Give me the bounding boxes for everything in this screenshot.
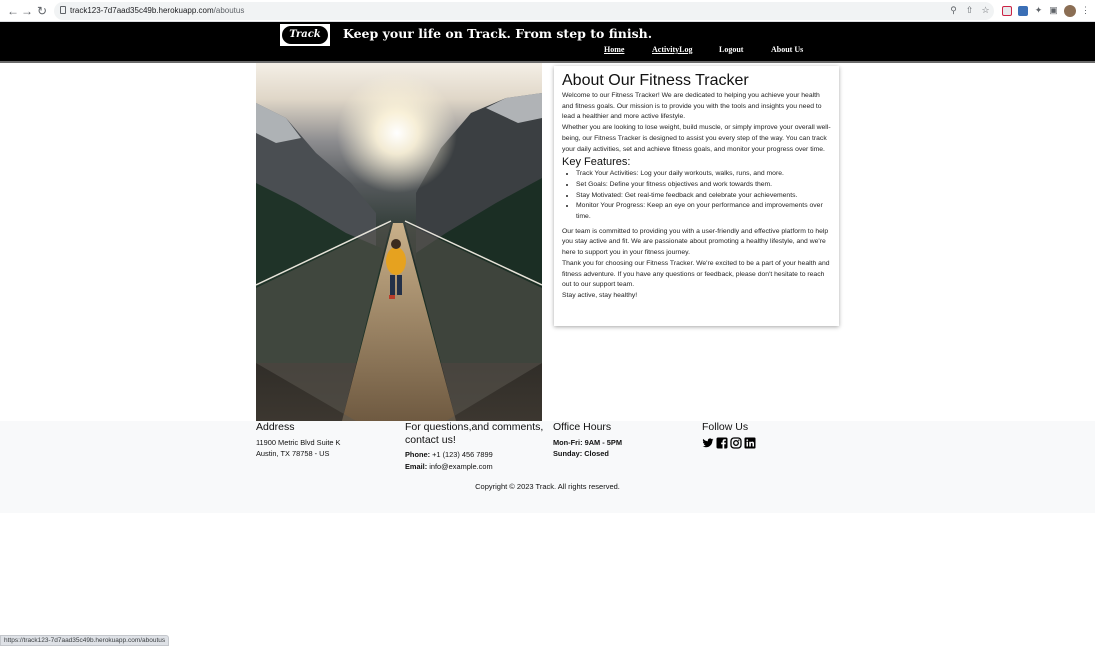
footer-address: Address 11900 Metric Blvd Suite K Austin… <box>256 421 396 460</box>
twitter-icon[interactable] <box>702 436 714 448</box>
facebook-icon[interactable] <box>716 436 728 449</box>
hours-weekday: Mon-Fri: 9AM - 5PM <box>553 437 693 449</box>
email-value[interactable]: info@example.com <box>429 462 492 471</box>
share-icon[interactable]: ⇧ <box>964 5 975 16</box>
menu-kebab-icon[interactable]: ⋮ <box>1080 5 1091 16</box>
hours-weekday-text: Mon-Fri: 9AM - 5PM <box>553 437 622 447</box>
features-list: Track Your Activities: Log your daily wo… <box>562 169 831 223</box>
about-outro-1: Our team is committed to providing you w… <box>562 227 829 257</box>
logo[interactable]: Track <box>280 24 330 46</box>
social-links <box>702 436 756 449</box>
url-text: track123-7d7aad35c49b.herokuapp.com/abou… <box>70 4 244 18</box>
about-outro-2: Thank you for choosing our Fitness Track… <box>562 259 830 289</box>
follow-title: Follow Us <box>702 421 749 433</box>
tagline: Keep your life on Track. From step to fi… <box>343 26 653 41</box>
copyright: Copyright © 2023 Track. All rights reser… <box>475 482 620 491</box>
status-bar-url: https://track123-7d7aad35c49b.herokuapp.… <box>0 635 170 646</box>
about-title: About Our Fitness Tracker <box>562 72 749 89</box>
about-outro-3: Stay active, stay healthy! <box>562 291 638 299</box>
email-label: Email: <box>405 461 428 471</box>
about-intro-2: Whether you are looking to lose weight, … <box>562 124 831 153</box>
extension-icon[interactable] <box>1002 6 1012 16</box>
bookmark-star-icon[interactable]: ☆ <box>980 5 991 16</box>
hero-image <box>256 63 542 421</box>
phone-value: +1 (123) 456 7899 <box>432 450 493 459</box>
site-header: Track Keep your life on Track. From step… <box>0 22 1095 63</box>
extensions-puzzle-icon[interactable]: ✦ <box>1033 5 1044 16</box>
hours-title: Office Hours <box>553 421 612 433</box>
zoom-icon[interactable]: ⚲ <box>948 5 959 16</box>
feature-item: Set Goals: Define your fitness objective… <box>576 180 831 191</box>
site-footer: Address 11900 Metric Blvd Suite K Austin… <box>0 421 1095 513</box>
phone-label: Phone: <box>405 450 431 459</box>
contact-email: Email: info@example.com <box>405 461 545 473</box>
feature-item: Track Your Activities: Log your daily wo… <box>576 169 831 180</box>
nav-about-us[interactable]: About Us <box>771 45 803 54</box>
url-host: track123-7d7aad35c49b.herokuapp.com <box>70 6 214 15</box>
logo-text: Track <box>282 26 328 44</box>
url-path: /aboutus <box>213 6 245 15</box>
lock-icon <box>60 6 66 14</box>
contact-phone: Phone: +1 (123) 456 7899 <box>405 449 545 461</box>
hours-sunday-text: Sunday: Closed <box>553 449 609 458</box>
instagram-icon[interactable] <box>730 436 742 449</box>
address-line-2: Austin, TX 78758 - US <box>256 449 330 458</box>
contact-title: For questions,and comments, contact us! <box>405 421 544 446</box>
about-intro-1: Welcome to our Fitness Tracker! We are d… <box>562 92 822 121</box>
hours-sunday: Sunday: Closed <box>553 448 693 460</box>
side-panel-icon[interactable]: ▣ <box>1048 5 1059 16</box>
address-bar[interactable]: track123-7d7aad35c49b.herokuapp.com/abou… <box>54 2 994 20</box>
about-card: About Our Fitness Tracker Welcome to our… <box>554 66 839 326</box>
address-title: Address <box>256 421 295 433</box>
footer-follow: Follow Us <box>702 421 842 437</box>
reload-icon[interactable]: ↻ <box>35 4 49 18</box>
footer-hours: Office Hours Mon-Fri: 9AM - 5PM Sunday: … <box>553 421 693 460</box>
nav-home[interactable]: Home <box>604 45 624 54</box>
nav-activitylog[interactable]: ActivityLog <box>652 45 692 54</box>
back-icon[interactable]: ← <box>6 4 20 18</box>
browser-toolbar: ← → ↻ track123-7d7aad35c49b.herokuapp.co… <box>0 0 1095 22</box>
linkedin-icon[interactable] <box>744 436 756 449</box>
nav-logout[interactable]: Logout <box>719 45 743 54</box>
forward-icon[interactable]: → <box>20 4 34 18</box>
address-line-1: 11900 Metric Blvd Suite K <box>256 437 341 447</box>
feature-item: Monitor Your Progress: Keep an eye on yo… <box>576 201 831 222</box>
feature-item: Stay Motivated: Get real-time feedback a… <box>576 191 831 202</box>
features-title: Key Features: <box>562 156 631 169</box>
footer-contact: For questions,and comments, contact us! … <box>405 421 545 472</box>
extension-icon[interactable] <box>1018 6 1028 16</box>
profile-avatar[interactable] <box>1064 5 1076 17</box>
